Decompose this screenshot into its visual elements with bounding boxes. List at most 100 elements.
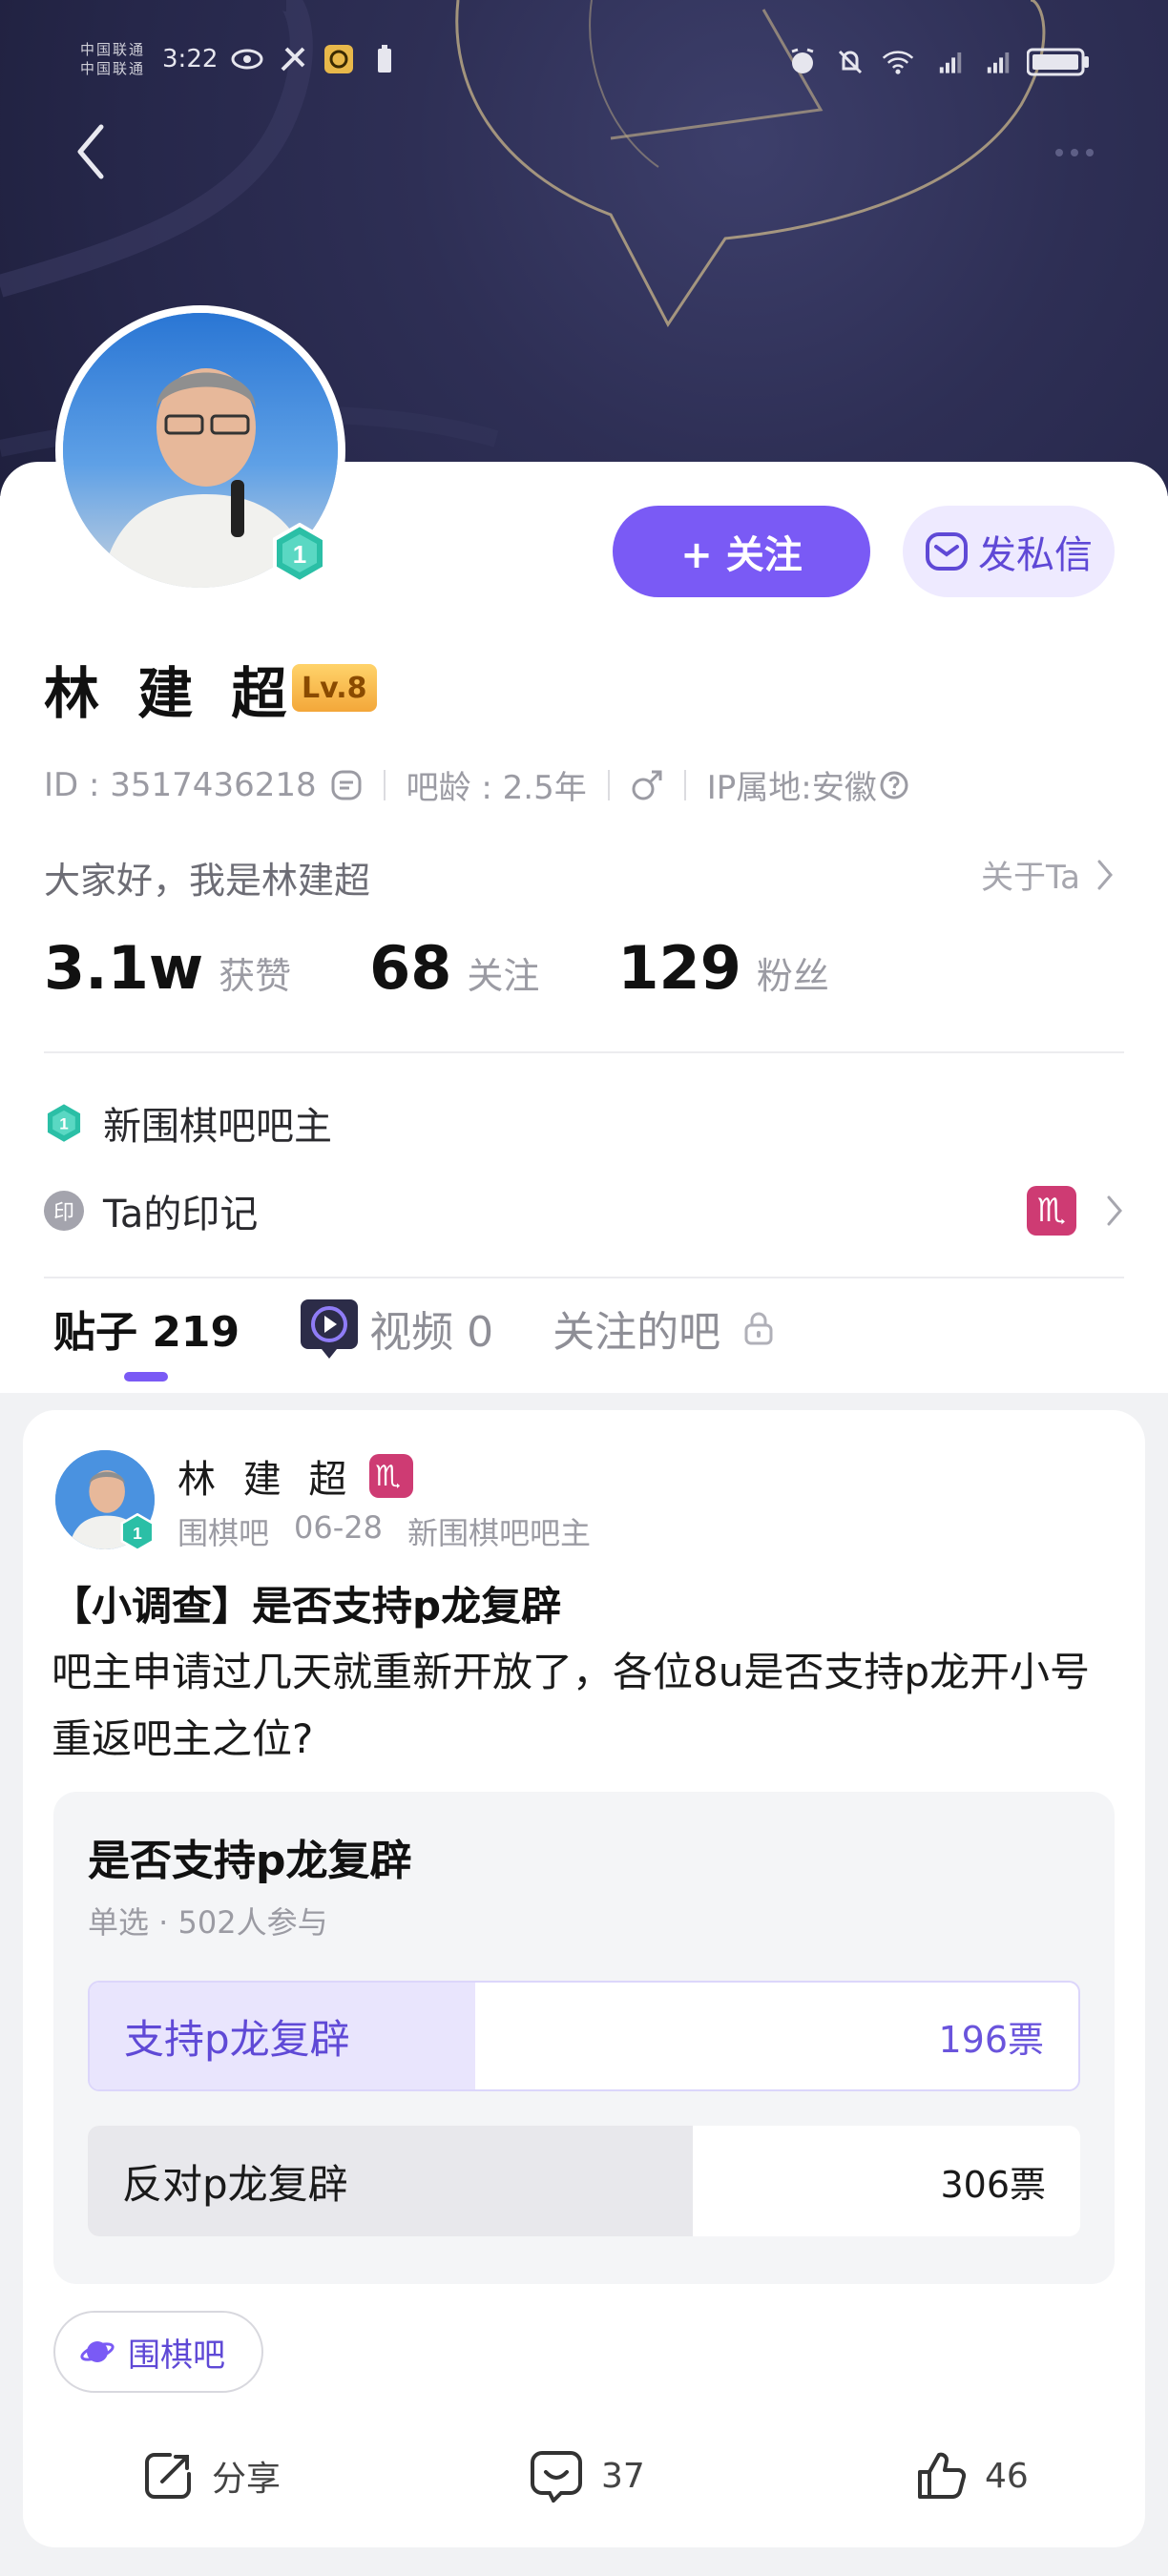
alarm-icon [786, 46, 819, 78]
poll: 是否支持p龙复辟 单选 · 502人参与 支持p龙复辟 196票 反对p龙复辟 … [53, 1792, 1115, 2284]
post-author-role: 新围棋吧吧主 [407, 1515, 592, 1551]
thumbs-up-icon [918, 2452, 967, 2499]
chevron-right-icon [1097, 860, 1113, 889]
ta-marks-label: Ta的印记 [103, 1193, 259, 1236]
dm-label: 发私信 [978, 533, 1093, 577]
carrier-2: 中国联通 [80, 60, 146, 77]
more-options-button[interactable] [1036, 134, 1113, 172]
poll-option-oppose[interactable]: 反对p龙复辟 306票 [88, 2126, 1080, 2236]
poll-option-votes: 306票 [940, 2163, 1046, 2206]
post-actions: 分享 37 46 [23, 2423, 1145, 2528]
fans-label: 粉丝 [756, 955, 829, 997]
stat-likes[interactable]: 3.1w 获赞 [44, 933, 291, 1003]
ta-marks-row[interactable]: 印 Ta的印记 ♏ [44, 1183, 1124, 1238]
profile-intro: 大家好，我是林建超 [44, 860, 371, 902]
profile-stats: 3.1w 获赞 68 关注 129 粉丝 [44, 933, 907, 1003]
follow-label: + 关注 [680, 533, 803, 577]
follow-button[interactable]: + 关注 [613, 506, 870, 597]
planet-icon [80, 2341, 115, 2362]
tab-videos-label: 视频 0 [369, 1308, 494, 1357]
about-ta-label: 关于Ta [981, 859, 1080, 897]
back-button[interactable] [63, 118, 116, 185]
tool-icon [277, 43, 309, 75]
copy-icon[interactable] [330, 769, 363, 801]
post-author[interactable]: 林 建 超 ♏ [177, 1448, 414, 1504]
level-badge: Lv.8 [292, 664, 377, 712]
private-message-button[interactable]: 发私信 [903, 506, 1115, 597]
post-card[interactable]: 1 林 建 超 ♏ 围棋吧 06-28 新围棋吧吧主 【小调查】是否支持p龙复辟… [23, 1410, 1145, 2547]
following-label: 关注 [467, 955, 540, 997]
stat-following[interactable]: 68 关注 [369, 933, 539, 1003]
app-notification-icon [323, 43, 355, 75]
poll-option-label: 支持p龙复辟 [124, 2015, 350, 2063]
profile-meta-row: ID : 3517436218 吧龄 : 2.5年 IP属地:安徽 [44, 761, 909, 808]
following-count: 68 [369, 933, 452, 1003]
tab-posts[interactable]: 贴子 219 [53, 1298, 240, 1359]
svg-text:1: 1 [59, 1115, 68, 1133]
tab-posts-label: 贴子 219 [53, 1308, 240, 1357]
tab-followed-forums-label: 关注的吧 [553, 1308, 721, 1357]
forum-chip[interactable]: 围棋吧 [53, 2311, 263, 2393]
chevron-left-icon [77, 124, 104, 179]
forum-chip-label: 围棋吧 [128, 2336, 225, 2375]
post-author-name: 林 建 超 [177, 1458, 355, 1502]
post-body: 吧主申请过几天就重新开放了，各位8u是否支持p龙开小号重返吧主之位? [52, 1649, 1091, 1762]
moderator-badge-icon: 1 [273, 523, 326, 584]
fans-count: 129 [617, 933, 741, 1003]
moderator-role-label: 新围棋吧吧主 [103, 1105, 332, 1149]
poll-option-support[interactable]: 支持p龙复辟 196票 [88, 1981, 1080, 2091]
moderator-badge-icon: 1 [47, 1104, 81, 1142]
poll-subtitle: 单选 · 502人参与 [88, 1904, 328, 1941]
comment-button[interactable]: 37 [529, 2423, 645, 2528]
about-ta-link[interactable]: 关于Ta [981, 851, 1115, 898]
profile-username: 林 建 超 [44, 661, 297, 726]
moderator-role-row[interactable]: 1 新围棋吧吧主 [44, 1095, 332, 1151]
divider [44, 1051, 1124, 1053]
like-button[interactable]: 46 [914, 2423, 1029, 2528]
eye-icon [231, 43, 263, 75]
ip-location: IP属地:安徽 [706, 769, 877, 807]
male-icon [631, 769, 663, 801]
post-forum[interactable]: 围棋吧 [177, 1509, 269, 1553]
lock-icon [744, 1312, 773, 1345]
battery-icon [1025, 46, 1092, 78]
poll-option-label: 反对p龙复辟 [122, 2160, 348, 2208]
share-button[interactable]: 分享 [141, 2423, 281, 2528]
chevron-right-icon [1107, 1195, 1122, 1226]
message-icon [926, 532, 968, 571]
svg-text:1: 1 [293, 540, 306, 569]
tab-videos[interactable]: 视频 0 [299, 1296, 493, 1361]
carrier-info: 中国联通 中国联通 [80, 40, 145, 78]
video-icon [301, 1299, 359, 1359]
mute-icon [834, 46, 866, 78]
poll-title: 是否支持p龙复辟 [88, 1837, 412, 1885]
scorpio-mark-icon: ♏ [369, 1454, 414, 1498]
tab-followed-forums[interactable]: 关注的吧 [553, 1298, 774, 1359]
battery-saver-icon [368, 43, 401, 75]
comment-count: 37 [601, 2456, 645, 2496]
user-id: ID : 3517436218 [44, 765, 317, 804]
svg-text:1: 1 [133, 1524, 142, 1543]
status-bar: 中国联通 中国联通 3:22 [0, 0, 1168, 143]
help-icon[interactable] [879, 770, 909, 800]
profile-tabs: 贴子 219 视频 0 关注的吧 [53, 1296, 833, 1361]
post-title: 【小调查】是否支持p龙复辟 [52, 1583, 562, 1630]
profile-card [0, 462, 1168, 1393]
status-time: 3:22 [162, 45, 219, 73]
divider [44, 1277, 1124, 1278]
comment-icon [531, 2451, 582, 2503]
wifi-icon [882, 46, 914, 78]
seal-icon: 印 [44, 1191, 84, 1231]
like-count: 46 [985, 2456, 1029, 2496]
bar-age: 吧龄 : 2.5年 [406, 769, 587, 807]
share-label: 分享 [212, 2460, 282, 2499]
signal-5g-icon-1 [929, 46, 962, 78]
post-date: 06-28 [294, 1509, 383, 1546]
stat-fans[interactable]: 129 粉丝 [617, 933, 828, 1003]
likes-count: 3.1w [44, 933, 204, 1003]
likes-label: 获赞 [219, 955, 292, 997]
active-tab-indicator [124, 1372, 168, 1381]
scorpio-mark-icon: ♏ [1027, 1186, 1076, 1236]
share-icon [145, 2453, 191, 2499]
signal-5g-icon-2 [977, 46, 1010, 78]
